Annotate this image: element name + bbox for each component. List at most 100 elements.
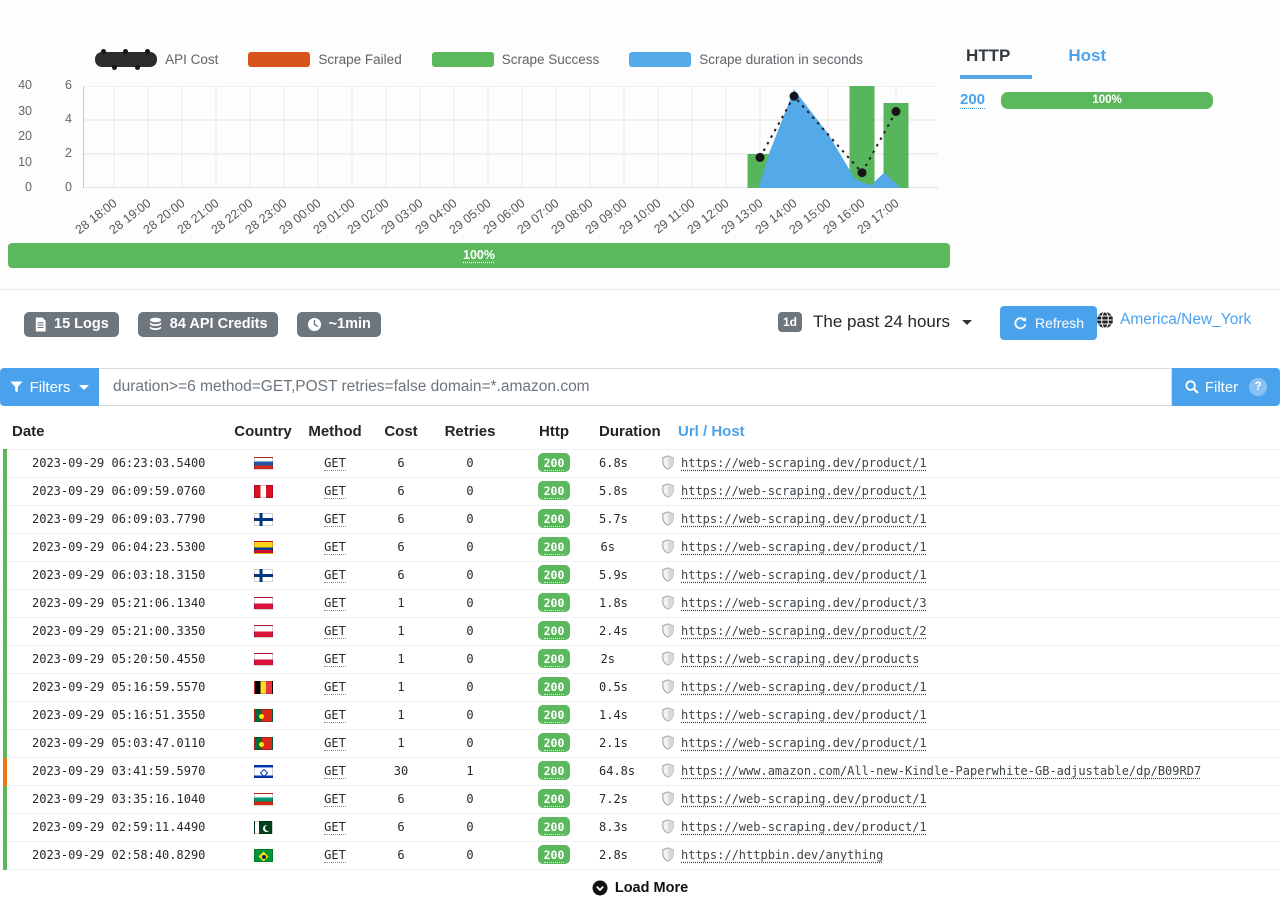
http-status-badge[interactable]: 200 [538,453,571,472]
table-row[interactable]: 2023-09-29 05:21:06.1340GET102001.8shttp… [5,590,1280,618]
method-link[interactable]: GET [324,652,346,667]
method-link[interactable]: GET [324,456,346,471]
header-method[interactable]: Method [299,418,371,450]
method-link[interactable]: GET [324,512,346,527]
method-link[interactable]: GET [324,484,346,499]
filters-dropdown-button[interactable]: Filters [0,368,99,406]
country-cell [227,590,299,618]
http-status-badge[interactable]: 200 [538,677,571,696]
help-icon[interactable]: ? [1249,378,1267,396]
time-range-select[interactable]: 1d The past 24 hours [778,312,972,332]
table-row[interactable]: 2023-09-29 06:04:23.5300GET602006shttps:… [5,534,1280,562]
table-row[interactable]: 2023-09-29 05:03:47.0110GET102002.1shttp… [5,730,1280,758]
legend-item[interactable]: Scrape duration in seconds [629,52,863,67]
url-link[interactable]: https://web-scraping.dev/product/1 [681,456,927,470]
method-link[interactable]: GET [324,624,346,639]
url-link[interactable]: https://web-scraping.dev/product/3 [681,596,927,610]
table-row[interactable]: 2023-09-29 02:59:11.4490GET602008.3shttp… [5,814,1280,842]
http-status-badge[interactable]: 200 [538,761,571,780]
legend-item[interactable]: Scrape Failed [248,52,401,67]
header-url-host[interactable]: Url / Host [659,418,1280,450]
country-cell [227,814,299,842]
table-row[interactable]: 2023-09-29 06:09:59.0760GET602005.8shttp… [5,478,1280,506]
url-link[interactable]: https://web-scraping.dev/product/1 [681,708,927,722]
url-link[interactable]: https://web-scraping.dev/product/1 [681,820,927,834]
status-code-link[interactable]: 200 [960,91,985,109]
method-link[interactable]: GET [324,568,346,583]
url-link[interactable]: https://httpbin.dev/anything [681,848,883,862]
http-status-badge[interactable]: 200 [538,537,571,556]
url-link[interactable]: https://web-scraping.dev/products [681,652,919,666]
http-status-badge[interactable]: 200 [538,481,571,500]
chart-canvas [83,86,938,188]
api-cost-point[interactable] [756,153,765,162]
method-link[interactable]: GET [324,708,346,723]
table-row[interactable]: 2023-09-29 06:09:03.7790GET602005.7shttp… [5,506,1280,534]
url-link[interactable]: https://web-scraping.dev/product/1 [681,680,927,694]
table-row[interactable]: 2023-09-29 03:41:59.5970GET30120064.8sht… [5,758,1280,786]
url-link[interactable]: https://www.amazon.com/All-new-Kindle-Pa… [681,764,1201,778]
table-row[interactable]: 2023-09-29 05:16:51.3550GET102001.4shttp… [5,702,1280,730]
log-table: Date Country Method Cost Retries Http Du… [3,418,1280,870]
url-link[interactable]: https://web-scraping.dev/product/2 [681,624,927,638]
table-row[interactable]: 2023-09-29 06:23:03.5400GET602006.8shttp… [5,450,1280,478]
http-status-badge[interactable]: 200 [538,817,571,836]
cost-cell: 1 [371,618,431,646]
method-link[interactable]: GET [324,848,346,863]
method-link[interactable]: GET [324,736,346,751]
method-link[interactable]: GET [324,764,346,779]
y-axis-left-tick: 40 [10,78,32,92]
header-retries[interactable]: Retries [431,418,509,450]
method-link[interactable]: GET [324,540,346,555]
url-link[interactable]: https://web-scraping.dev/product/1 [681,568,927,582]
http-status-badge[interactable]: 200 [538,705,571,724]
url-link[interactable]: https://web-scraping.dev/product/1 [681,540,927,554]
load-more-button[interactable]: Load More [586,879,694,897]
tab-host[interactable]: Host [1068,44,1106,79]
date-cell: 2023-09-29 06:03:18.3150 [5,562,227,590]
http-status-badge[interactable]: 200 [538,649,571,668]
url-link[interactable]: https://web-scraping.dev/product/1 [681,512,927,526]
url-link[interactable]: https://web-scraping.dev/product/1 [681,484,927,498]
timezone-selector[interactable]: America/New_York [1096,311,1251,329]
duration-area [758,89,901,188]
http-status-badge[interactable]: 200 [538,789,571,808]
table-row[interactable]: 2023-09-29 05:21:00.3350GET102002.4shttp… [5,618,1280,646]
legend-item[interactable]: API Cost [95,52,218,67]
api-cost-point[interactable] [858,168,867,177]
http-status-badge[interactable]: 200 [538,845,571,864]
header-cost[interactable]: Cost [371,418,431,450]
url-link[interactable]: https://web-scraping.dev/product/1 [681,736,927,750]
url-link[interactable]: https://web-scraping.dev/product/1 [681,792,927,806]
method-link[interactable]: GET [324,792,346,807]
http-status-badge[interactable]: 200 [538,593,571,612]
table-row[interactable]: 2023-09-29 02:58:40.8290GET602002.8shttp… [5,842,1280,870]
header-date[interactable]: Date [5,418,227,450]
http-status-badge[interactable]: 200 [538,565,571,584]
method-link[interactable]: GET [324,596,346,611]
header-duration[interactable]: Duration [599,418,659,450]
filter-apply-button[interactable]: Filter [1185,379,1238,396]
method-link[interactable]: GET [324,820,346,835]
country-flag-icon [254,597,273,610]
table-row[interactable]: 2023-09-29 03:35:16.1040GET602007.2shttp… [5,786,1280,814]
http-status-badge[interactable]: 200 [538,509,571,528]
tab-http[interactable]: HTTP [960,44,1032,79]
timezone-link[interactable]: America/New_York [1120,311,1251,329]
legend-item[interactable]: Scrape Success [432,52,600,67]
method-link[interactable]: GET [324,680,346,695]
filter-query-input[interactable] [99,368,1172,406]
api-cost-point[interactable] [790,92,799,101]
refresh-button[interactable]: Refresh [1000,306,1097,340]
header-http[interactable]: Http [509,418,599,450]
http-cell: 200 [509,814,599,842]
http-status-badge[interactable]: 200 [538,621,571,640]
coins-icon [148,317,163,332]
table-row[interactable]: 2023-09-29 06:03:18.3150GET602005.9shttp… [5,562,1280,590]
table-row[interactable]: 2023-09-29 05:20:50.4550GET102002shttps:… [5,646,1280,674]
http-status-badge[interactable]: 200 [538,733,571,752]
table-row[interactable]: 2023-09-29 05:16:59.5570GET102000.5shttp… [5,674,1280,702]
url-cell: https://web-scraping.dev/product/1 [659,478,1280,506]
api-cost-point[interactable] [892,107,901,116]
header-country[interactable]: Country [227,418,299,450]
